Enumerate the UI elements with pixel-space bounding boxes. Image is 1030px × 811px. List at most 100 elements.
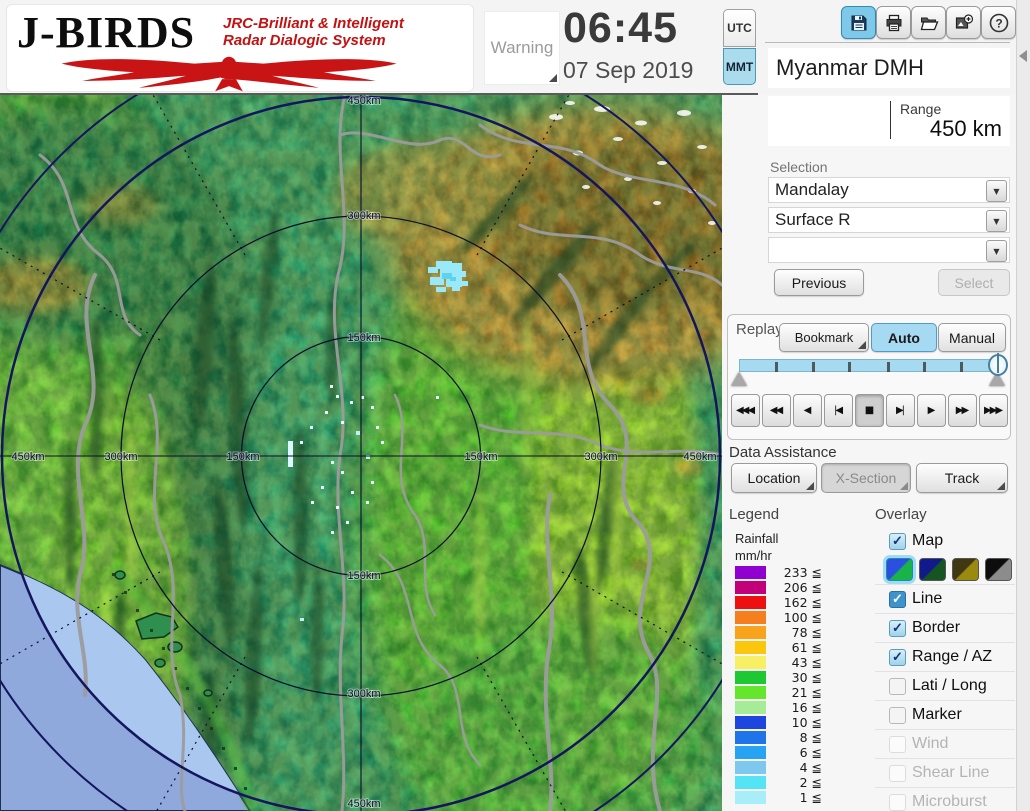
folder-open-icon bbox=[919, 13, 939, 33]
range-ring-label: 300km bbox=[104, 451, 137, 463]
play-button[interactable]: ▶ bbox=[917, 394, 946, 427]
add-image-icon bbox=[954, 13, 974, 33]
legend-threshold-value: 30 ≦ bbox=[766, 670, 822, 685]
legend-threshold-value: 78 ≦ bbox=[766, 625, 822, 640]
corner-expand-icon bbox=[858, 341, 866, 349]
checkbox-map[interactable]: ✓ bbox=[889, 533, 906, 550]
legend-label: Legend bbox=[729, 506, 779, 523]
checkbox-lati-long[interactable] bbox=[889, 678, 906, 695]
x-section-button[interactable]: X-Section bbox=[821, 463, 911, 493]
radar-map[interactable]: 450km300km150km150km300km450km450km300km… bbox=[0, 95, 722, 811]
rewind-fastest-button[interactable]: ◀◀◀ bbox=[731, 394, 760, 427]
header-divider bbox=[0, 93, 758, 95]
map-style-swatch[interactable] bbox=[985, 558, 1012, 581]
radar-map-viewport[interactable]: 450km300km150km150km300km450km450km300km… bbox=[0, 95, 722, 811]
terrain-layer: 450km300km150km150km300km450km450km300km… bbox=[0, 95, 722, 811]
timeline-tick bbox=[887, 362, 890, 372]
timeline-start-marker-icon[interactable] bbox=[731, 372, 747, 386]
map-style-swatch[interactable] bbox=[952, 558, 979, 581]
location-button[interactable]: Location bbox=[731, 463, 817, 493]
station-title-box: Myanmar DMH bbox=[768, 48, 1010, 88]
logo-title: J-BIRDS bbox=[17, 7, 195, 58]
panel-collapse-icon[interactable] bbox=[1019, 50, 1027, 62]
warning-button[interactable]: Warning bbox=[484, 11, 560, 85]
chevron-down-icon[interactable]: ▼ bbox=[986, 240, 1007, 262]
step-forward-button[interactable]: ▶| bbox=[886, 394, 915, 427]
legend-color-swatch bbox=[735, 626, 766, 639]
legend-unit-line2: mm/hr bbox=[735, 547, 778, 564]
overlay-row: Wind bbox=[875, 729, 1015, 758]
checkbox-wind[interactable] bbox=[889, 736, 906, 753]
chevron-down-icon[interactable]: ▼ bbox=[986, 180, 1007, 202]
bookmark-button[interactable]: Bookmark bbox=[779, 323, 869, 352]
checkbox-shear-line[interactable] bbox=[889, 765, 906, 782]
map-style-swatch[interactable] bbox=[919, 558, 946, 581]
replay-timeline-thumb[interactable] bbox=[988, 354, 1008, 376]
legend-threshold-value: 233 ≦ bbox=[766, 565, 822, 580]
print-button[interactable] bbox=[876, 6, 911, 39]
legend-row: 61 ≦ bbox=[735, 640, 822, 655]
range-ring-label: 450km bbox=[683, 451, 716, 463]
forward-fastest-button[interactable]: ▶▶▶ bbox=[979, 394, 1008, 427]
map-style-row bbox=[875, 555, 1015, 584]
overlay-row: Microburst bbox=[875, 787, 1015, 811]
range-ring-label: 450km bbox=[347, 95, 380, 107]
range-ring-label: 300km bbox=[347, 688, 380, 700]
legend-row: 100 ≦ bbox=[735, 610, 822, 625]
clock-date: 07 Sep 2019 bbox=[563, 57, 693, 84]
site-dropdown-value: Mandalay bbox=[775, 180, 849, 200]
step-back-button[interactable]: |◀ bbox=[824, 394, 853, 427]
timeline-tick bbox=[923, 362, 926, 372]
legend-threshold-value: 162 ≦ bbox=[766, 595, 822, 610]
range-ring-label: 450km bbox=[11, 451, 44, 463]
overlay-row: ✓Line bbox=[875, 584, 1015, 613]
legend-color-swatch bbox=[735, 776, 766, 789]
legend-row: 78 ≦ bbox=[735, 625, 822, 640]
legend-color-swatch bbox=[735, 731, 766, 744]
play-reverse-button[interactable]: ◀ bbox=[793, 394, 822, 427]
open-folder-button[interactable] bbox=[911, 6, 946, 39]
printer-icon bbox=[884, 13, 904, 33]
timeline-tick bbox=[812, 362, 815, 372]
select-button[interactable]: Select bbox=[938, 269, 1010, 296]
add-image-button[interactable] bbox=[946, 6, 981, 39]
overlay-item-label: Shear Line bbox=[912, 764, 989, 782]
previous-button[interactable]: Previous bbox=[774, 269, 864, 296]
checkbox-microburst[interactable] bbox=[889, 794, 906, 811]
svg-text:?: ? bbox=[995, 16, 1002, 30]
range-value: 450 km bbox=[930, 116, 1002, 142]
legend-threshold-value: 1 ≦ bbox=[766, 790, 822, 805]
overlay-row: ✓ Map bbox=[875, 527, 1015, 555]
extra-dropdown[interactable]: ▼ bbox=[768, 237, 1010, 263]
legend-color-swatch bbox=[735, 746, 766, 759]
timezone-mmt-button[interactable]: MMT bbox=[723, 48, 756, 85]
product-dropdown[interactable]: Surface R ▼ bbox=[768, 207, 1010, 233]
save-icon bbox=[849, 13, 869, 33]
legend-row: 43 ≦ bbox=[735, 655, 822, 670]
legend-row: 2 ≦ bbox=[735, 775, 822, 790]
rewind-fast-button[interactable]: ◀◀ bbox=[762, 394, 791, 427]
forward-fast-button[interactable]: ▶▶ bbox=[948, 394, 977, 427]
stop-button[interactable]: ■ bbox=[855, 394, 884, 427]
legend-threshold-value: 43 ≦ bbox=[766, 655, 822, 670]
track-button[interactable]: Track bbox=[916, 463, 1008, 493]
manual-mode-button[interactable]: Manual bbox=[938, 323, 1006, 352]
legend-unit: Rainfall mm/hr bbox=[735, 530, 778, 564]
auto-mode-button[interactable]: Auto bbox=[871, 323, 937, 352]
checkbox-range-az[interactable]: ✓ bbox=[889, 649, 906, 666]
overlay-item-label: Range / AZ bbox=[912, 648, 992, 666]
checkbox-line[interactable]: ✓ bbox=[889, 591, 906, 608]
chevron-down-icon[interactable]: ▼ bbox=[986, 210, 1007, 232]
site-dropdown[interactable]: Mandalay ▼ bbox=[768, 177, 1010, 203]
checkbox-marker[interactable] bbox=[889, 707, 906, 724]
checkbox-border[interactable]: ✓ bbox=[889, 620, 906, 637]
overlay-row: ✓ Range / AZ bbox=[875, 642, 1015, 671]
range-ring-label: 150km bbox=[226, 451, 259, 463]
help-button[interactable]: ? bbox=[981, 6, 1016, 39]
map-style-swatch[interactable] bbox=[886, 558, 913, 581]
timezone-utc-button[interactable]: UTC bbox=[723, 9, 756, 47]
save-button[interactable] bbox=[841, 6, 876, 39]
bookmark-button-label: Bookmark bbox=[795, 330, 854, 345]
legend-threshold-value: 6 ≦ bbox=[766, 745, 822, 760]
overlay-item-label: Map bbox=[912, 532, 943, 550]
